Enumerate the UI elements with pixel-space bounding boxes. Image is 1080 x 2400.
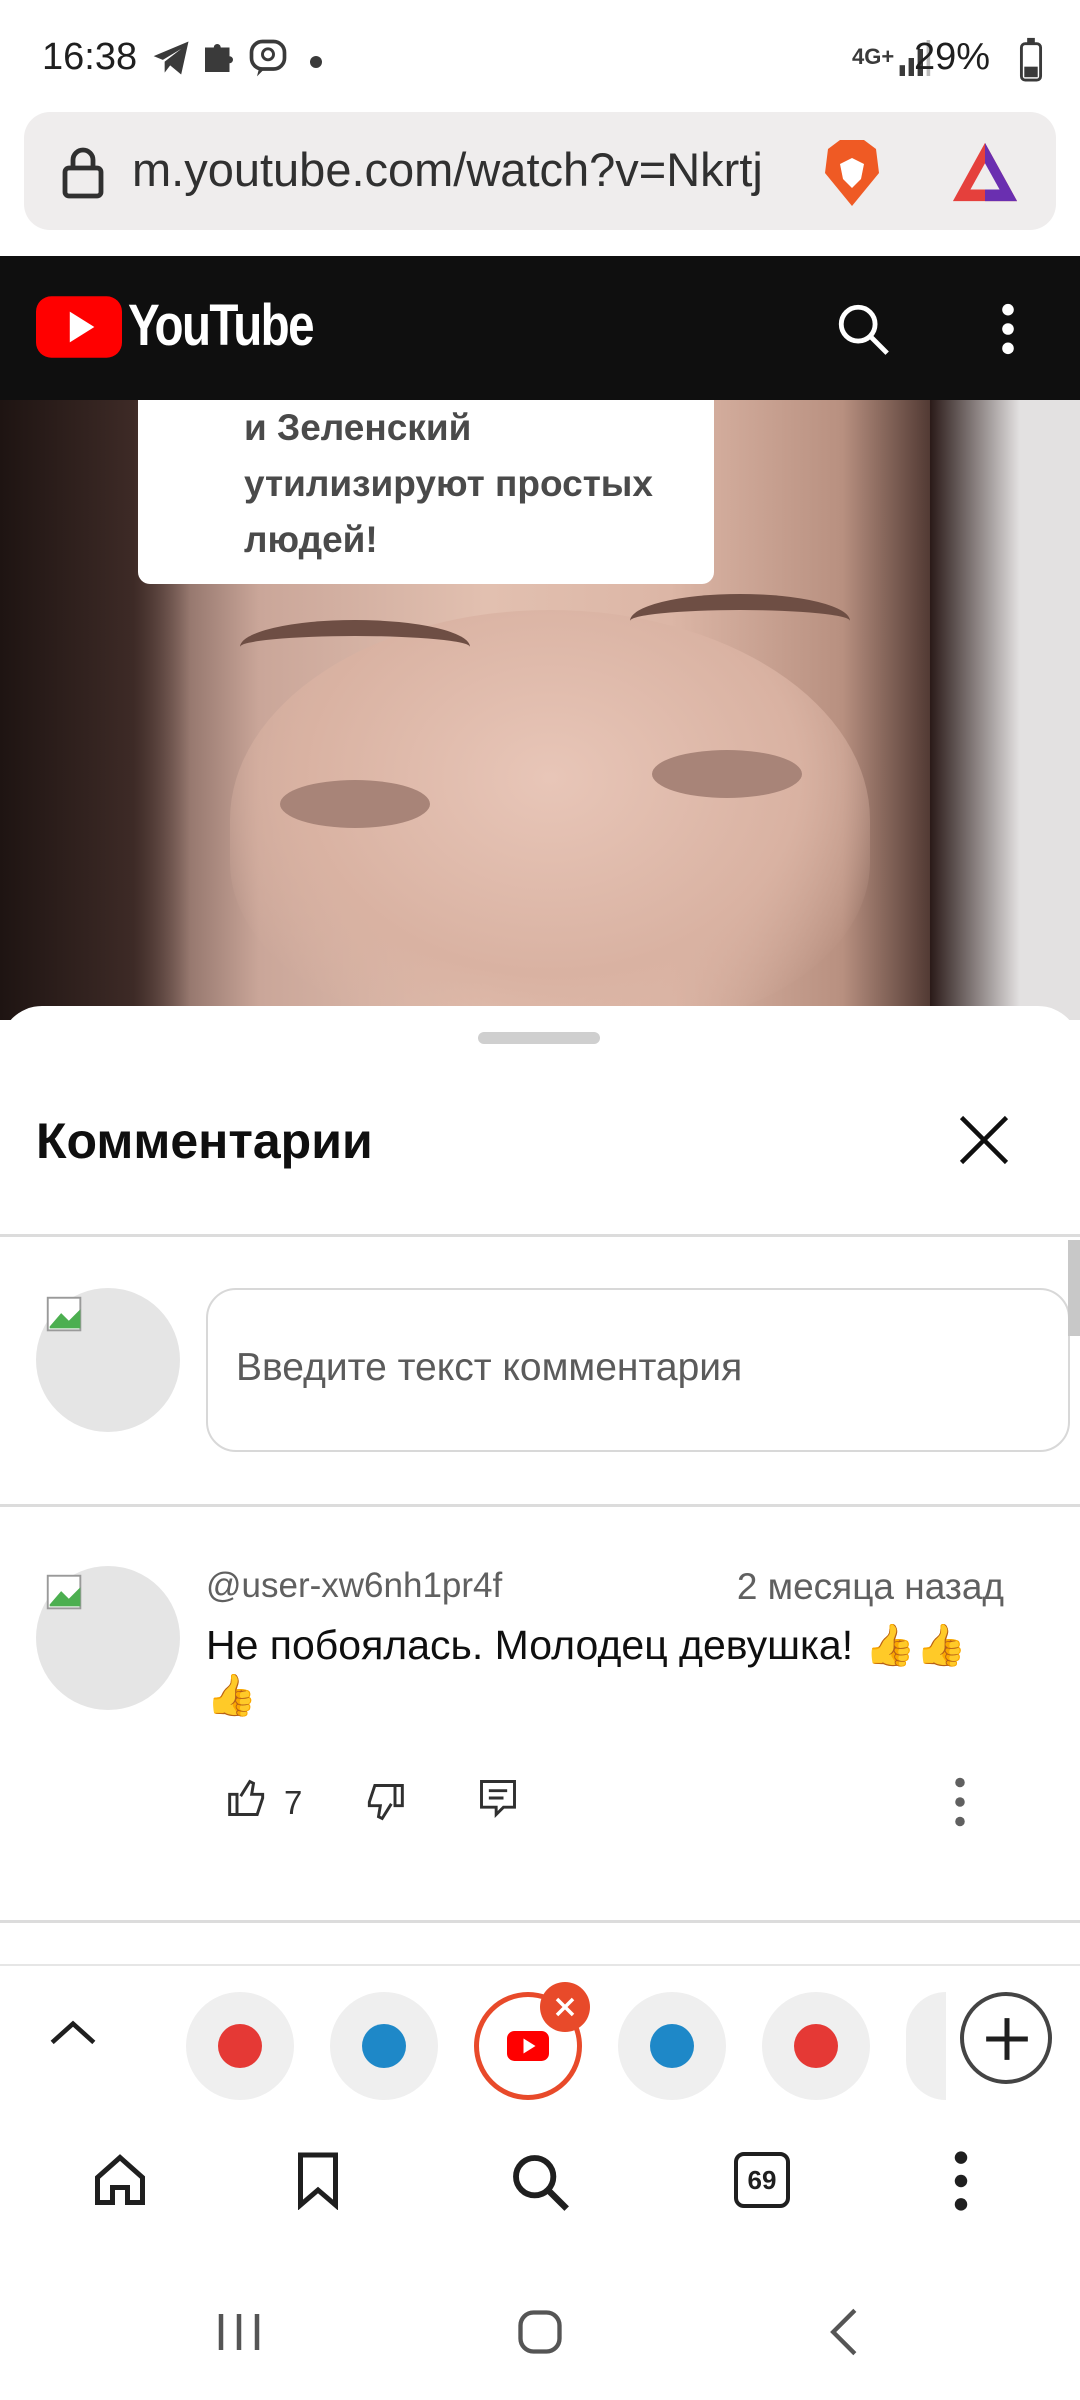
brave-rewards-icon[interactable] xyxy=(950,138,1020,206)
plus-icon[interactable] xyxy=(982,2014,1032,2064)
like-icon[interactable] xyxy=(226,1776,270,1820)
tab-thumbnail[interactable] xyxy=(906,1992,946,2100)
tab-thumbnail[interactable] xyxy=(618,1992,726,2100)
comment-text: Не побоялась. Молодец девушка! 👍👍👍 xyxy=(206,1622,967,1718)
my-avatar xyxy=(36,1288,180,1432)
system-nav-bar xyxy=(0,2258,1080,2400)
menu-icon[interactable] xyxy=(948,2148,974,2214)
tab-favicon-icon xyxy=(650,2024,694,2068)
video-caption: и Зеленский утилизируют простых людей! xyxy=(244,407,653,560)
comments-sheet: Комментарии Введите текст комментария @u… xyxy=(0,1006,1080,1964)
eyebrow xyxy=(630,594,850,648)
lock-icon[interactable] xyxy=(58,144,108,200)
like-count: 7 xyxy=(284,1784,303,1821)
eye xyxy=(652,750,802,798)
comment-more-icon[interactable] xyxy=(948,1776,972,1828)
dislike-icon[interactable] xyxy=(362,1780,406,1824)
network-label: 4G+ xyxy=(852,44,895,69)
brave-shields-icon[interactable] xyxy=(816,134,888,212)
battery-percent: 29% xyxy=(913,36,990,78)
search-icon[interactable] xyxy=(508,2150,572,2214)
reply-icon[interactable] xyxy=(476,1776,520,1820)
drag-handle[interactable] xyxy=(478,1032,600,1044)
tab-favicon-icon xyxy=(218,2024,262,2068)
viber-icon xyxy=(249,39,287,77)
telegram-icon xyxy=(153,41,189,75)
tab-count-button[interactable]: 69 xyxy=(734,2152,790,2208)
comment-input-placeholder[interactable]: Введите текст комментария xyxy=(236,1346,742,1390)
broken-image-icon xyxy=(46,1574,82,1610)
tab-favicon-icon xyxy=(362,2024,406,2068)
tab-favicon-icon xyxy=(794,2024,838,2068)
browser-toolbar: 69 xyxy=(0,2108,1080,2260)
scrollbar[interactable] xyxy=(1068,1240,1080,1336)
address-bar[interactable]: m.youtube.com/watch?v=Nkrtj xyxy=(24,112,1056,230)
divider xyxy=(0,1234,1080,1237)
new-tab-button[interactable] xyxy=(960,1992,1052,2084)
search-icon[interactable] xyxy=(834,300,892,358)
close-icon[interactable] xyxy=(553,1995,577,2019)
tab-thumbnail[interactable] xyxy=(762,1992,870,2100)
comment-author[interactable]: @user-xw6nh1pr4f xyxy=(206,1566,502,1606)
bookmark-icon[interactable] xyxy=(292,2150,344,2210)
notification-dot xyxy=(310,56,322,68)
comments-title: Комментарии xyxy=(36,1113,373,1169)
tab-strip xyxy=(0,1964,1080,2100)
youtube-header: YouTube xyxy=(0,256,1080,400)
url-text[interactable]: m.youtube.com/watch?v=Nkrtj xyxy=(132,142,822,197)
comment-time: 2 месяца назад xyxy=(736,1566,1004,1607)
home-icon[interactable] xyxy=(90,2150,150,2210)
recents-icon[interactable] xyxy=(212,2308,266,2356)
youtube-favicon-icon xyxy=(507,2031,549,2061)
video-player[interactable]: и Зеленский утилизируют простых людей! xyxy=(0,400,1080,1020)
puzzle-icon xyxy=(205,44,233,72)
status-bar: 16:38 4G+ 29% xyxy=(0,0,1080,110)
divider xyxy=(0,1920,1080,1923)
eyebrow xyxy=(240,620,470,674)
divider xyxy=(0,1504,1080,1507)
close-tab-button[interactable] xyxy=(540,1982,590,2032)
tab-thumbnail[interactable] xyxy=(186,1992,294,2100)
close-icon[interactable] xyxy=(954,1110,1014,1170)
tab-thumbnail[interactable] xyxy=(330,1992,438,2100)
chevron-up-icon[interactable] xyxy=(48,2016,98,2048)
back-icon[interactable] xyxy=(824,2306,864,2358)
eye xyxy=(280,780,430,828)
more-vert-icon[interactable] xyxy=(992,300,1024,358)
commenter-avatar[interactable] xyxy=(36,1566,180,1710)
home-nav-icon[interactable] xyxy=(514,2306,566,2358)
youtube-wordmark[interactable]: YouTube xyxy=(128,292,315,359)
comment-input[interactable]: Введите текст комментария xyxy=(206,1288,1070,1452)
broken-image-icon xyxy=(46,1296,82,1332)
status-time: 16:38 xyxy=(42,36,138,78)
youtube-logo-icon[interactable] xyxy=(36,296,122,358)
battery-icon xyxy=(1019,37,1043,82)
